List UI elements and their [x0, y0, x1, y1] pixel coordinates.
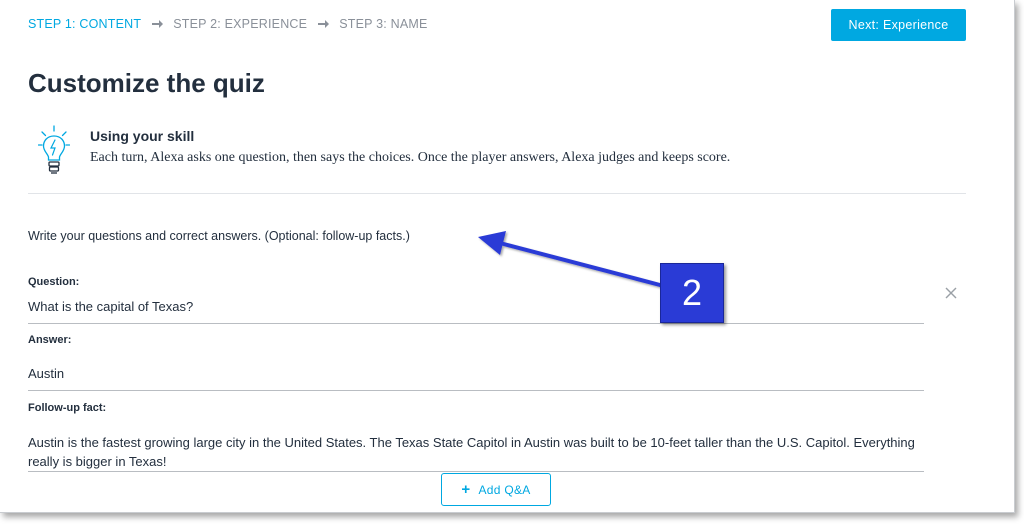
step-progress: STEP 1: CONTENT STEP 2: EXPERIENCE STEP … — [28, 17, 428, 31]
next-experience-button[interactable]: Next: Experience — [831, 9, 966, 41]
arrow-right-icon — [151, 18, 164, 30]
arrow-right-icon — [317, 18, 330, 30]
step-content[interactable]: STEP 1: CONTENT — [28, 17, 141, 31]
answer-underline — [28, 390, 924, 391]
instructions-text: Write your questions and correct answers… — [28, 229, 410, 243]
add-qa-button[interactable]: + Add Q&A — [441, 473, 551, 506]
plus-icon: + — [461, 481, 471, 498]
add-qa-label: Add Q&A — [478, 482, 531, 497]
fact-underline — [28, 471, 924, 472]
annotation-arrow — [478, 231, 662, 287]
question-label: Question: — [28, 276, 80, 288]
step-name[interactable]: STEP 3: NAME — [339, 17, 427, 31]
answer-input[interactable]: Austin — [28, 366, 924, 381]
fact-input[interactable]: Austin is the fastest growing large city… — [28, 433, 924, 471]
question-input[interactable]: What is the capital of Texas? — [28, 299, 924, 314]
step-experience[interactable]: STEP 2: EXPERIENCE — [173, 17, 307, 31]
info-text: Each turn, Alexa asks one question, then… — [90, 150, 731, 165]
lightbulb-icon — [38, 125, 70, 174]
answer-label: Answer: — [28, 334, 72, 346]
close-icon[interactable] — [942, 284, 960, 302]
annotation-number-badge: 2 — [660, 263, 724, 323]
divider — [28, 193, 966, 194]
page-title: Customize the quiz — [28, 68, 265, 98]
fact-label: Follow-up fact: — [28, 402, 107, 414]
question-underline — [28, 323, 924, 324]
info-title: Using your skill — [90, 128, 195, 144]
quiz-editor-panel: STEP 1: CONTENT STEP 2: EXPERIENCE STEP … — [0, 0, 1015, 513]
